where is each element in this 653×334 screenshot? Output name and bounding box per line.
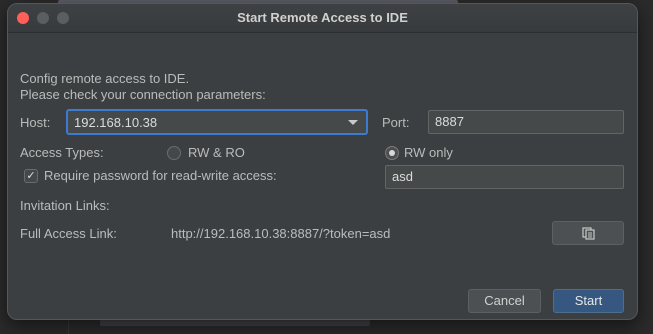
dialog-title: Start Remote Access to IDE <box>237 10 408 25</box>
invitation-links-label: Invitation Links: <box>20 198 110 213</box>
host-label: Host: <box>20 115 51 130</box>
cancel-button[interactable]: Cancel <box>468 289 541 313</box>
radio-rw-only[interactable] <box>385 146 399 160</box>
dialog-titlebar: Start Remote Access to IDE <box>8 4 637 33</box>
start-button[interactable]: Start <box>553 289 624 313</box>
radio-selected-dot <box>389 150 395 156</box>
radio-rw-ro-label[interactable]: RW & RO <box>188 145 245 161</box>
host-value: 192.168.10.38 <box>74 115 158 130</box>
intro-text-line1: Config remote access to IDE. <box>20 71 190 86</box>
copy-link-button[interactable] <box>552 221 624 245</box>
full-access-link-url[interactable]: http://192.168.10.38:8887/?token=asd <box>171 226 390 242</box>
radio-rw-ro[interactable] <box>167 146 181 160</box>
port-value: 8887 <box>435 114 464 129</box>
require-password-checkbox[interactable]: ✓ <box>24 169 38 183</box>
host-combobox[interactable]: 192.168.10.38 <box>66 109 368 135</box>
password-value: asd <box>392 169 413 184</box>
port-field[interactable]: 8887 <box>428 110 624 134</box>
full-access-link-label: Full Access Link: <box>20 226 117 241</box>
port-label: Port: <box>382 115 410 130</box>
password-field[interactable]: asd <box>385 165 624 189</box>
intro-text-line2: Please check your connection parameters: <box>20 87 266 102</box>
require-password-label[interactable]: Require password for read-write access: <box>44 168 277 184</box>
copy-icon <box>582 227 595 240</box>
radio-rw-only-label[interactable]: RW only <box>404 145 453 161</box>
access-types-label: Access Types: <box>20 145 104 160</box>
remote-access-dialog: Start Remote Access to IDE Config remote… <box>7 3 638 320</box>
chevron-down-icon[interactable] <box>348 120 358 125</box>
